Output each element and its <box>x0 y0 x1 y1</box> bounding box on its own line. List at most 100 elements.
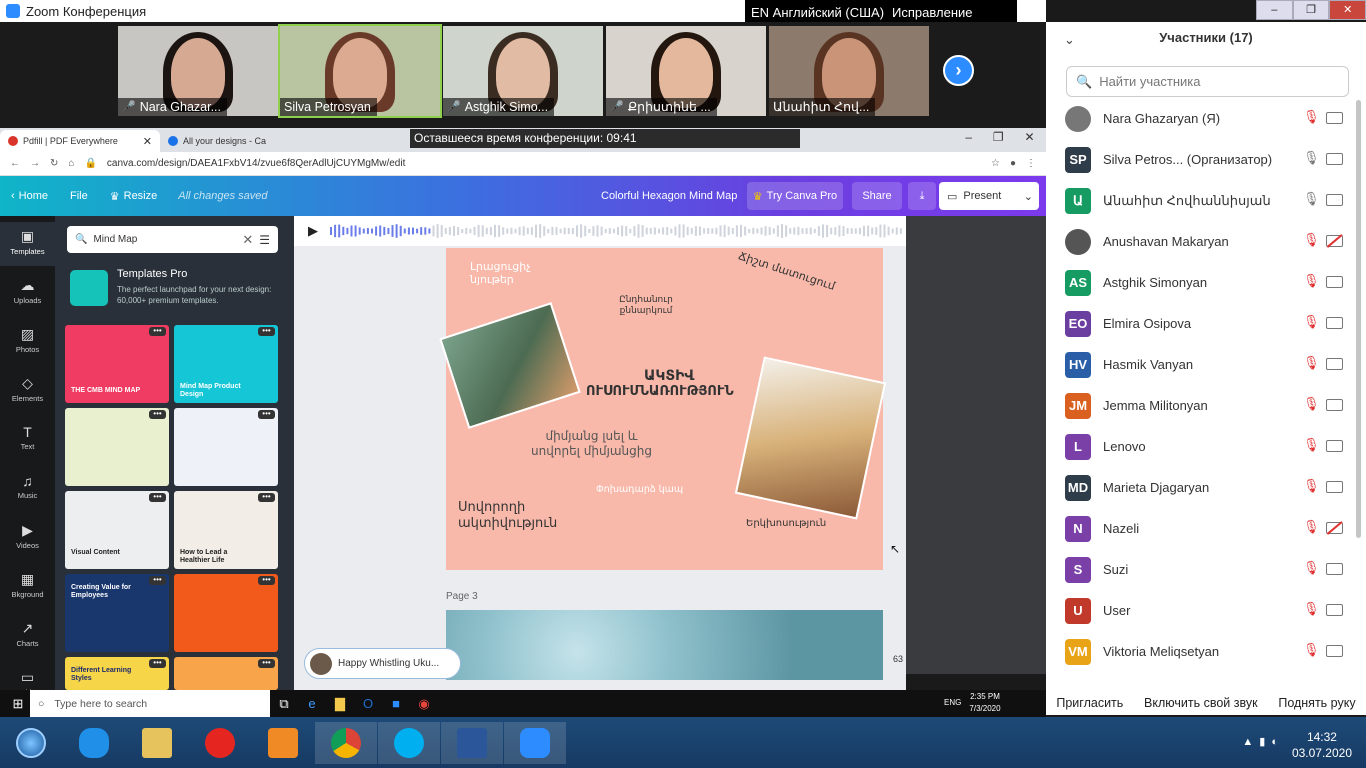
menu-icon[interactable]: ⋮ <box>1026 158 1036 169</box>
more-options-icon[interactable]: ••• <box>149 659 166 668</box>
invite-button[interactable]: Пригласить <box>1056 696 1123 710</box>
photo-teacher-child[interactable] <box>734 356 887 520</box>
template-thumbnail[interactable]: ••• Creating Value for Employees <box>65 574 169 652</box>
document-title[interactable]: Colorful Hexagon Mind Map <box>601 190 737 202</box>
text-mutual-connection[interactable]: Փոխադարձ կապ <box>596 484 683 495</box>
yandex-icon[interactable] <box>189 722 251 764</box>
more-options-icon[interactable]: ••• <box>258 576 275 585</box>
microphone-icon[interactable]: 🎙 <box>1303 191 1320 207</box>
microphone-icon[interactable]: 🎙 <box>1303 478 1320 494</box>
chrome-icon[interactable]: ◉ <box>410 696 438 712</box>
template-thumbnail[interactable]: ••• <box>174 574 278 652</box>
sidebar-item-music[interactable]: ♫ Music <box>0 467 55 511</box>
try-pro-button[interactable]: ♛ Try Canva Pro <box>747 182 843 210</box>
video-tile[interactable]: Silva Petrosyan <box>278 24 442 118</box>
more-options-icon[interactable]: ••• <box>149 327 166 336</box>
template-thumbnail[interactable]: ••• Different Learning Styles <box>65 657 169 690</box>
participants-scrollbar[interactable] <box>1356 100 1361 538</box>
more-options-icon[interactable]: ••• <box>149 493 166 502</box>
video-tile[interactable]: Անահիտ Հով... <box>769 26 929 116</box>
edge-icon[interactable]: e <box>298 696 326 711</box>
resize-button[interactable]: ♛ Resize <box>99 190 169 203</box>
skype-icon[interactable] <box>378 721 440 764</box>
camera-icon[interactable] <box>1326 604 1343 616</box>
more-options-icon[interactable]: ••• <box>258 493 275 502</box>
zoom-icon[interactable] <box>504 721 566 764</box>
sidebar-item-elements[interactable]: ◇ Elements <box>0 369 55 413</box>
tab-pdfill[interactable]: Pdfill | PDF Everywhere ✕ <box>0 130 160 152</box>
file-menu[interactable]: File <box>59 190 99 202</box>
windows-start-icon[interactable]: ⊞ <box>4 696 32 712</box>
zoom-taskbar-icon[interactable]: ■ <box>382 696 410 711</box>
template-search-input[interactable]: 🔍 Mind Map ✕ ☰ <box>67 226 278 253</box>
next-videos-button[interactable]: › <box>943 55 974 86</box>
video-tile[interactable]: 🎤 Քրիստինե ... <box>606 26 766 116</box>
minimize-icon[interactable]: – <box>1256 0 1293 20</box>
participant-row[interactable]: JM Jemma Militonyan 🎙 <box>1046 386 1356 427</box>
microphone-icon[interactable]: 🎙 <box>1303 273 1320 289</box>
camera-icon[interactable] <box>1326 522 1343 534</box>
slide-title-line1[interactable]: ԱԿՏԻՎ <box>644 368 694 384</box>
camera-icon[interactable] <box>1326 481 1343 493</box>
clear-icon[interactable]: ✕ <box>242 232 253 248</box>
camera-icon[interactable] <box>1326 235 1343 247</box>
close-tab-icon[interactable]: ✕ <box>143 135 152 148</box>
template-thumbnail[interactable]: ••• <box>174 657 278 690</box>
participant-row[interactable]: Nara Ghazaryan (Я) 🎙 <box>1046 99 1356 140</box>
music-track-chip[interactable]: Happy Whistling Uku... <box>304 648 461 679</box>
microphone-icon[interactable]: 🎙 <box>1303 519 1320 535</box>
microphone-icon[interactable]: 🎙 <box>1303 232 1320 248</box>
template-thumbnail[interactable]: ••• Visual Content <box>65 491 169 569</box>
audio-waveform[interactable] <box>330 222 905 240</box>
file-explorer-icon[interactable]: ▇ <box>326 696 354 712</box>
zoom-level[interactable]: 63 <box>893 654 903 664</box>
star-icon[interactable]: ☆ <box>991 158 1000 169</box>
microphone-icon[interactable]: 🎙 <box>1303 396 1320 412</box>
media-player-icon[interactable] <box>252 722 314 764</box>
close-icon[interactable]: ✕ <box>1329 0 1366 20</box>
microphone-icon[interactable]: 🎙 <box>1303 437 1320 453</box>
camera-icon[interactable] <box>1326 194 1343 206</box>
play-icon[interactable]: ▶ <box>308 223 318 239</box>
raise-hand-button[interactable]: Поднять руку <box>1278 696 1355 710</box>
system-clock[interactable]: 14:32 03.07.2020 <box>1292 729 1352 761</box>
template-thumbnail[interactable]: ••• <box>65 408 169 486</box>
sidebar-item-text[interactable]: T Text <box>0 418 55 462</box>
home-button[interactable]: ‹ Home <box>0 190 59 202</box>
microphone-icon[interactable]: 🎙 <box>1303 150 1320 166</box>
camera-icon[interactable] <box>1326 645 1343 657</box>
templates-pro-card[interactable]: Templates Pro The perfect launchpad for … <box>70 268 285 312</box>
camera-icon[interactable] <box>1326 153 1343 165</box>
home-icon[interactable]: ⌂ <box>68 158 74 169</box>
minimize-icon[interactable]: – <box>965 130 972 148</box>
photo-children-classroom[interactable] <box>439 302 581 429</box>
participant-row[interactable]: Ա Անահիտ Հովհաննիսյան 🎙 <box>1046 181 1356 222</box>
camera-icon[interactable] <box>1326 563 1343 575</box>
template-thumbnail[interactable]: ••• How to Lead a Healthier Life <box>174 491 278 569</box>
taskbar-clock[interactable]: 2:35 PM 7/3/2020 <box>960 691 1010 715</box>
participant-row[interactable]: S Suzi 🎙 <box>1046 550 1356 591</box>
microphone-icon[interactable]: 🎙 <box>1303 642 1320 658</box>
slide-page-2[interactable]: Լրացուցիչ նյութեր Ընդհանուր քննարկում Ճի… <box>439 248 887 570</box>
participant-row[interactable]: Anushavan Makaryan 🎙 <box>1046 222 1356 263</box>
url-field[interactable]: canva.com/design/DAEA1FxbV14/zvue6f8QerA… <box>107 158 405 169</box>
reload-icon[interactable]: ↻ <box>50 158 58 169</box>
microphone-icon[interactable]: 🎙 <box>1303 314 1320 330</box>
start-button[interactable] <box>0 722 62 764</box>
close-icon[interactable]: ✕ <box>1025 130 1035 148</box>
camera-icon[interactable] <box>1326 112 1343 124</box>
filter-icon[interactable]: ☰ <box>259 233 270 247</box>
language-indicator[interactable]: ENG <box>944 698 961 707</box>
template-thumbnail[interactable]: ••• THE CMB MIND MAP <box>65 325 169 403</box>
participant-search-input[interactable]: 🔍 Найти участника <box>1066 66 1349 97</box>
more-options-icon[interactable]: ••• <box>258 659 275 668</box>
search-value[interactable]: Mind Map <box>93 234 137 245</box>
profile-icon[interactable]: ● <box>1010 158 1016 169</box>
language-bar[interactable]: EN Английский (США) Исправление <box>745 0 1017 24</box>
chrome-icon[interactable] <box>315 721 377 764</box>
word-icon[interactable] <box>441 721 503 764</box>
slide-page-3[interactable] <box>446 610 883 680</box>
system-tray-icons[interactable]: ▲▮◐ <box>1242 735 1284 748</box>
sidebar-item-uploads[interactable]: ☁ Uploads <box>0 271 55 315</box>
forward-icon[interactable]: → <box>30 158 40 169</box>
